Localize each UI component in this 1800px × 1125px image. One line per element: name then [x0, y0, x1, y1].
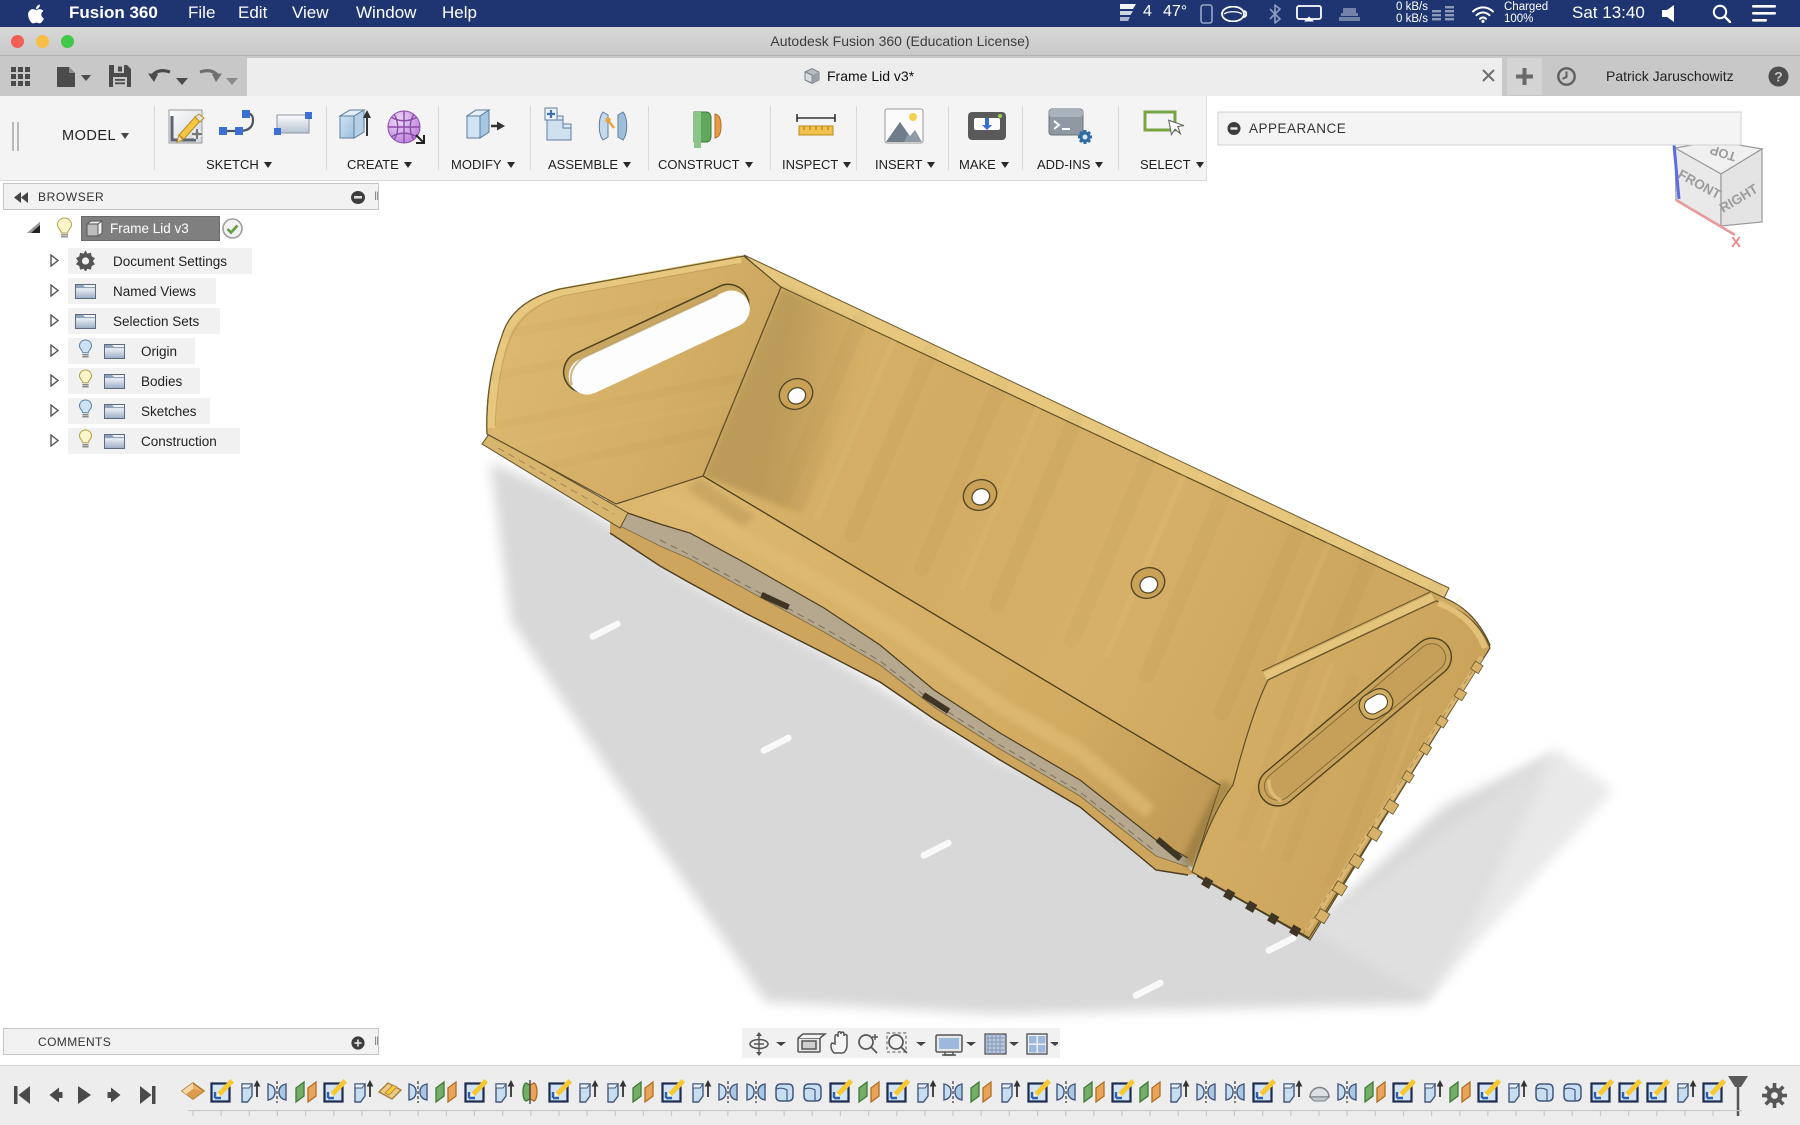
- svg-text:?: ?: [1774, 69, 1783, 85]
- svg-text:X: X: [1731, 234, 1741, 251]
- svg-text:APPEARANCE: APPEARANCE: [1249, 121, 1346, 136]
